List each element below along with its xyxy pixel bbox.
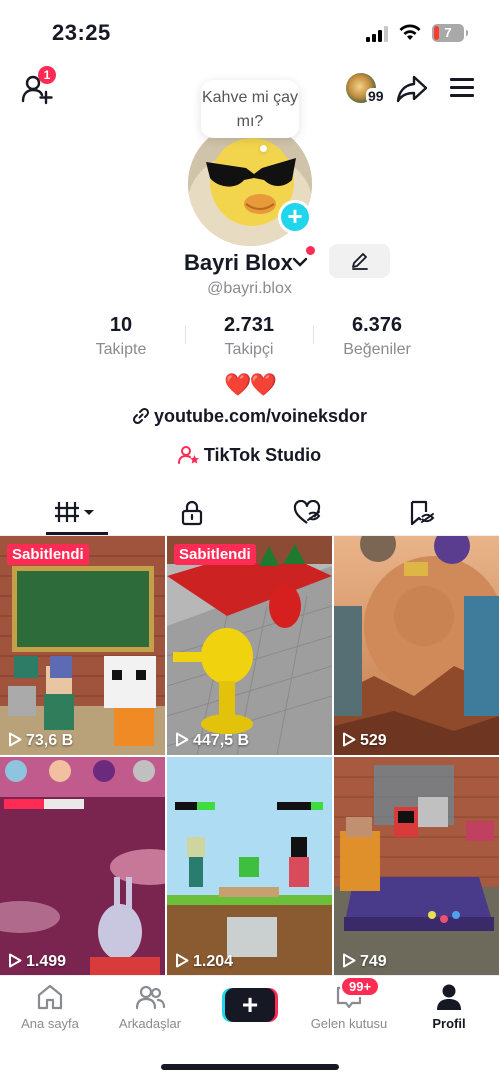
grid-icon: [55, 502, 94, 522]
speech-bubble-tail: [260, 145, 267, 152]
pinned-badge: Sabitlendi: [174, 544, 256, 565]
video-thumbnail[interactable]: 749: [334, 757, 499, 976]
mini-avatar-count: 99: [366, 88, 386, 104]
following-count: 10: [109, 314, 133, 336]
active-tab-indicator: [46, 532, 108, 535]
view-count-text: 749: [360, 953, 387, 970]
video-thumbnail[interactable]: Sabitlendi 447,5 B: [167, 536, 332, 755]
content-tabs: [0, 488, 499, 536]
view-count-text: 529: [360, 732, 387, 749]
stat-divider: [313, 326, 314, 344]
link-icon: [132, 407, 149, 425]
signal-icon: [366, 26, 388, 42]
notification-badge: 1: [38, 66, 56, 84]
display-name[interactable]: Bayri Blox: [184, 250, 293, 276]
tab-liked[interactable]: [245, 488, 369, 536]
account-dot-badge: [306, 246, 315, 255]
video-thumbnail[interactable]: Sabitlendi 73,6 B: [0, 536, 165, 755]
thumbnail-image: [0, 757, 165, 976]
pinned-badge: Sabitlendi: [7, 544, 89, 565]
view-count-text: 73,6 B: [26, 732, 74, 749]
share-icon[interactable]: [396, 74, 428, 104]
nav-home-label: Ana sayfa: [21, 1016, 79, 1031]
tab-saved[interactable]: [360, 488, 484, 536]
nav-profile[interactable]: Profil: [399, 982, 499, 1031]
followers-stat[interactable]: 2.731 Takipçi: [194, 314, 304, 359]
following-stat[interactable]: 10 Takipte: [66, 314, 176, 359]
followers-label: Takipçi: [224, 341, 274, 358]
battery-indicator: 7: [432, 24, 468, 42]
play-icon: [176, 732, 189, 747]
name-row: Bayri Blox: [0, 246, 499, 280]
pencil-icon: [352, 253, 368, 270]
thumbnail-image: [334, 757, 499, 976]
video-thumbnail[interactable]: 1.204: [167, 757, 332, 976]
view-count-text: 1.499: [26, 953, 67, 970]
view-count-text: 1.204: [193, 953, 234, 970]
view-count: 749: [342, 953, 387, 971]
profile-icon: [437, 984, 461, 1010]
heart-hidden-icon: [293, 500, 321, 524]
chevron-down-icon[interactable]: [292, 256, 308, 268]
followers-count: 2.731: [223, 314, 275, 336]
likes-count: 6.376: [351, 314, 403, 336]
avatar-speech-bubble[interactable]: Kahve mi çay mı?: [201, 80, 299, 138]
status-time: 23:25: [52, 20, 111, 45]
tab-videos[interactable]: [15, 488, 139, 536]
friends-icon: [135, 985, 166, 1010]
play-icon: [343, 953, 356, 968]
likes-stat[interactable]: 6.376 Beğeniler: [322, 314, 432, 359]
play-icon: [9, 732, 22, 747]
edit-profile-button[interactable]: [329, 244, 390, 278]
studio-label: TikTok Studio: [203, 445, 322, 465]
view-count-text: 447,5 B: [193, 732, 250, 749]
nav-home[interactable]: Ana sayfa: [0, 982, 100, 1031]
lock-icon: [181, 500, 203, 526]
likes-label: Beğeniler: [343, 341, 411, 358]
inbox-badge: 99+: [340, 976, 381, 997]
nav-friends-label: Arkadaşlar: [118, 1016, 182, 1031]
video-grid: Sabitlendi 73,6 B Sabitlendi 447,5 B 529…: [0, 536, 499, 976]
view-count: 447,5 B: [175, 732, 249, 750]
menu-icon[interactable]: [448, 76, 476, 100]
tab-private[interactable]: [130, 488, 254, 536]
username-handle: @bayri.blox: [207, 280, 292, 297]
following-label: Takipte: [95, 341, 147, 358]
view-count: 73,6 B: [8, 732, 73, 750]
wifi-icon: [399, 24, 421, 40]
video-thumbnail[interactable]: 529: [334, 536, 499, 755]
nav-inbox-label: Gelen kutusu: [310, 1016, 388, 1031]
video-thumbnail[interactable]: 1.499: [0, 757, 165, 976]
status-bar: 23:25 7: [0, 0, 499, 64]
thumbnail-image: [167, 536, 332, 755]
create-button[interactable]: +: [222, 988, 278, 1022]
home-indicator: [161, 1064, 339, 1070]
stat-divider: [185, 326, 186, 344]
bookmark-hidden-icon: [410, 500, 435, 526]
view-count: 1.204: [175, 953, 233, 971]
bio-text: ❤️❤️: [224, 372, 277, 397]
add-story-button[interactable]: +: [278, 200, 312, 234]
play-icon: [343, 732, 356, 747]
bottom-navigation: Ana sayfa Arkadaşlar + Gelen kutusu 99+ …: [0, 975, 499, 1080]
nav-profile-label: Profil: [432, 1016, 466, 1031]
view-count: 1.499: [8, 953, 66, 971]
view-count: 529: [342, 732, 387, 750]
plus-icon: +: [225, 988, 275, 1022]
nav-friends[interactable]: Arkadaşlar: [100, 982, 200, 1031]
thumbnail-image: [334, 536, 499, 755]
home-icon: [37, 984, 63, 1010]
profile-link[interactable]: youtube.com/voineksdor: [0, 406, 499, 427]
thumbnail-image: [167, 757, 332, 976]
studio-icon: [177, 446, 199, 464]
play-icon: [176, 953, 189, 968]
play-icon: [9, 953, 22, 968]
profile-link-text: youtube.com/voineksdor: [153, 406, 368, 426]
tiktok-studio-link[interactable]: TikTok Studio: [0, 445, 499, 466]
thumbnail-image: [0, 536, 165, 755]
